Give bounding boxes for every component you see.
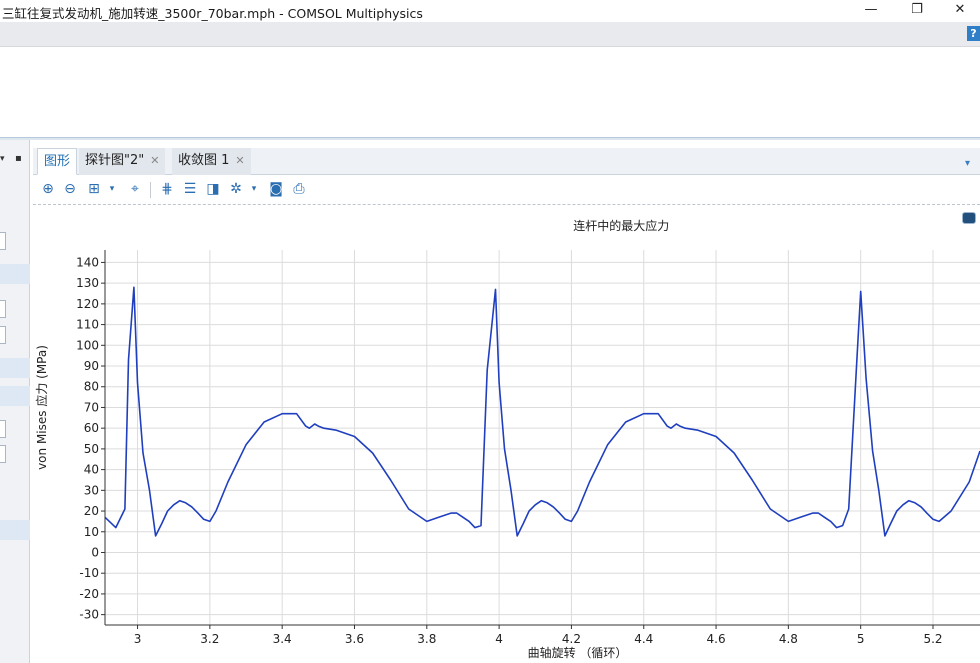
zoom-out-icon[interactable]: ⊖	[61, 181, 79, 199]
panel-section-row[interactable]	[0, 264, 30, 284]
close-icon[interactable]: ✕	[235, 154, 244, 167]
close-icon[interactable]: ✕	[150, 154, 159, 167]
tab-label: 图形	[44, 154, 71, 169]
legend-icon[interactable]: ☰	[181, 181, 199, 199]
y-tick-label: 80	[84, 380, 99, 394]
y-tick-label: 60	[84, 421, 99, 435]
y-tick-label: 140	[76, 255, 99, 269]
x-tick-label: 3.4	[273, 632, 292, 646]
minimize-button[interactable]: —	[848, 0, 894, 22]
x-tick-label: 3.8	[417, 632, 436, 646]
panel-field[interactable]	[0, 326, 6, 344]
y-tick-label: 20	[84, 504, 99, 518]
x-tick-label: 4.8	[779, 632, 798, 646]
ribbon-tab-strip	[0, 22, 980, 47]
light-dropdown-icon[interactable]: ▾	[245, 181, 263, 199]
y-tick-label: 10	[84, 525, 99, 539]
graphics-toolbar: ⊕ ⊖ ⊞ ▾ ⌖ ⋕ ☰ ◨ ✲ ▾ ◙ ⎙	[33, 175, 980, 205]
x-tick-label: 4.6	[707, 632, 726, 646]
panel-header: ▾ ▪	[0, 150, 30, 168]
y-tick-label: 40	[84, 463, 99, 477]
panel-field[interactable]	[0, 420, 6, 438]
tab-label: 收敛图 1	[178, 153, 230, 168]
x-tick-label: 4	[495, 632, 503, 646]
y-tick-label: 110	[76, 318, 99, 332]
light-icon[interactable]: ✲	[227, 181, 245, 199]
zoom-dropdown-icon[interactable]: ▾	[103, 181, 121, 199]
y-tick-label: -20	[79, 587, 99, 601]
settings-panel: ▾ ▪	[0, 140, 30, 663]
close-button[interactable]: ✕	[940, 0, 980, 22]
y-tick-label: 70	[84, 400, 99, 414]
help-button[interactable]: ?	[967, 26, 980, 41]
x-tick-label: 3.6	[345, 632, 364, 646]
tab-probe-plot[interactable]: 探针图"2" ✕	[79, 148, 166, 175]
axis-icon[interactable]: ◨	[204, 181, 222, 199]
x-tick-label: 3.2	[200, 632, 219, 646]
tab-menu-icon[interactable]: ▾	[965, 158, 970, 169]
graphics-window: 图形 探针图"2" ✕ 收敛图 1 ✕ ▾ ⊕ ⊖ ⊞ ▾ ⌖ ⋕ ☰ ◨ ✲ ▾ …	[33, 140, 980, 663]
y-axis-label: von Mises 应力 (MPa)	[34, 345, 49, 470]
y-tick-label: -10	[79, 566, 99, 580]
chart-title: 连杆中的最大应力	[573, 218, 669, 233]
panel-field[interactable]	[0, 300, 6, 318]
panel-section-row[interactable]	[0, 358, 30, 378]
y-tick-label: -30	[79, 608, 99, 622]
panel-menu-icon[interactable]: ▾	[0, 154, 5, 164]
x-tick-label: 4.4	[634, 632, 653, 646]
zoom-extents-icon[interactable]: ⌖	[126, 181, 144, 199]
y-tick-label: 120	[76, 297, 99, 311]
y-tick-label: 90	[84, 359, 99, 373]
zoom-box-icon[interactable]: ⊞	[85, 181, 103, 199]
tab-convergence-plot[interactable]: 收敛图 1 ✕	[172, 148, 251, 175]
panel-field[interactable]	[0, 232, 6, 250]
x-axis-label: 曲轴旋转 （循环）	[528, 645, 628, 660]
line-chart: 连杆中的最大应力 -30 -20 -10 0 10 20 30 40 50 60 70 80 90 100 1…	[34, 218, 980, 660]
y-tick-label: 50	[84, 442, 99, 456]
x-tick-label: 5	[857, 632, 865, 646]
title-bar: 三缸往复式发动机_施加转速_3500r_70bar.mph - COMSOL M…	[0, 0, 980, 22]
window-title: 三缸往复式发动机_施加转速_3500r_70bar.mph - COMSOL M…	[2, 6, 423, 21]
zoom-in-icon[interactable]: ⊕	[39, 181, 57, 199]
tab-label: 探针图"2"	[85, 153, 145, 168]
tab-graphics[interactable]: 图形	[37, 148, 78, 175]
panel-field[interactable]	[0, 445, 6, 463]
pin-icon[interactable]: ▪	[15, 153, 22, 164]
camera-icon[interactable]: ◙	[267, 181, 285, 199]
ribbon-body	[0, 47, 980, 138]
print-icon[interactable]: ⎙	[290, 181, 308, 199]
orientation-icon	[962, 212, 976, 224]
y-tick-label: 30	[84, 483, 99, 497]
maximize-button[interactable]: ❐	[894, 0, 940, 22]
y-tick-label: 130	[76, 276, 99, 290]
toolbar-divider	[150, 182, 151, 198]
plot-area[interactable]: 连杆中的最大应力 -30 -20 -10 0 10 20 30 40 50 60 70 80 90 100 1…	[33, 206, 980, 663]
x-tick-label: 4.2	[562, 632, 581, 646]
x-tick-label: 5.2	[923, 632, 942, 646]
y-tick-label: 100	[76, 338, 99, 352]
panel-section-row[interactable]	[0, 386, 30, 406]
x-tick-label: 3	[134, 632, 142, 646]
grid-icon[interactable]: ⋕	[158, 181, 176, 199]
graphics-tab-bar: 图形 探针图"2" ✕ 收敛图 1 ✕ ▾	[33, 148, 980, 175]
y-tick-label: 0	[91, 545, 99, 559]
panel-section-row[interactable]	[0, 520, 30, 540]
